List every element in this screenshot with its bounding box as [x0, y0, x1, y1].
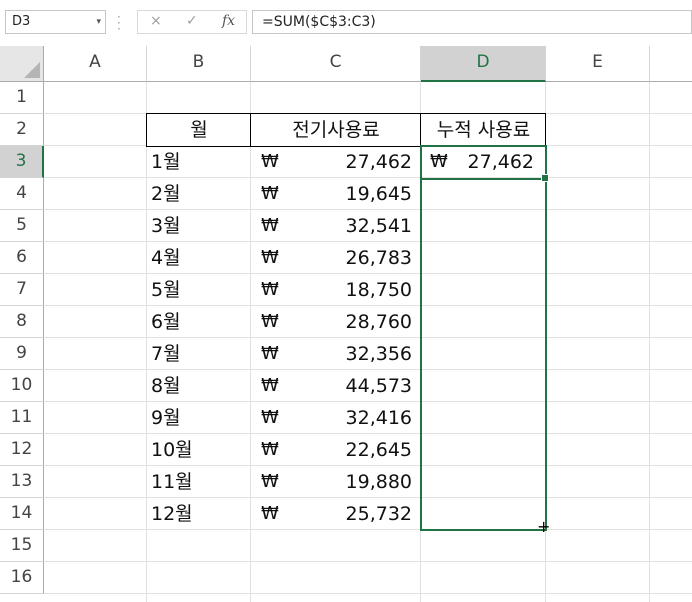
month-cell[interactable]: 10월 [147, 434, 251, 466]
row-header-7[interactable]: 7 [0, 274, 44, 306]
column-header-f[interactable] [650, 46, 692, 82]
won-sign: ₩ [261, 407, 279, 428]
name-box-value: D3 [12, 14, 31, 29]
amount-value: 25,732 [345, 503, 412, 525]
amount-cell[interactable]: ₩25,732 [251, 498, 421, 530]
won-sign: ₩ [261, 471, 279, 492]
amount-cell[interactable]: ₩32,416 [251, 402, 421, 434]
amount-value: 19,880 [345, 471, 412, 493]
crosshair-cursor-icon: + [537, 517, 551, 536]
row-header-13[interactable]: 13 [0, 466, 44, 498]
formula-input[interactable]: =SUM($C$3:C3) [252, 10, 692, 34]
won-sign: ₩ [261, 215, 279, 236]
column-header-d[interactable]: D [421, 46, 546, 82]
column-header-c[interactable]: C [251, 46, 421, 82]
won-sign: ₩ [261, 183, 279, 204]
table-divider [250, 113, 251, 146]
row-header-6[interactable]: 6 [0, 242, 44, 274]
gridline [649, 82, 650, 602]
row-header-3[interactable]: 3 [0, 146, 44, 178]
gridline [44, 593, 692, 594]
amount-cell[interactable]: ₩27,462 [251, 146, 421, 178]
amount-value: 26,783 [345, 247, 412, 269]
formula-bar: D3 ▾ · · · × ✓ fx =SUM($C$3:C3) [0, 0, 692, 44]
amount-cell[interactable]: ₩22,645 [251, 434, 421, 466]
amount-value: 18,750 [345, 279, 412, 301]
amount-cell[interactable]: ₩19,880 [251, 466, 421, 498]
drag-handle-icon[interactable]: · · · [117, 11, 121, 35]
month-cell[interactable]: 8월 [147, 370, 251, 402]
amount-cell[interactable]: ₩32,356 [251, 338, 421, 370]
cumulative-cell-d3[interactable]: ₩ 27,462 [421, 146, 546, 178]
column-header-b[interactable]: B [147, 46, 251, 82]
formula-buttons: × ✓ fx [137, 10, 247, 34]
won-sign: ₩ [430, 151, 448, 172]
won-sign: ₩ [261, 247, 279, 268]
row-header-8[interactable]: 8 [0, 306, 44, 338]
month-cell[interactable]: 11월 [147, 466, 251, 498]
row-header-12[interactable]: 12 [0, 434, 44, 466]
won-sign: ₩ [261, 279, 279, 300]
amount-cell[interactable]: ₩18,750 [251, 274, 421, 306]
month-cell[interactable]: 9월 [147, 402, 251, 434]
won-sign: ₩ [261, 439, 279, 460]
won-sign: ₩ [261, 311, 279, 332]
amount-value: 27,462 [345, 151, 412, 173]
amount-cell[interactable]: ₩32,541 [251, 210, 421, 242]
select-all-icon [24, 62, 40, 78]
month-cell[interactable]: 7월 [147, 338, 251, 370]
amount-cell[interactable]: ₩19,645 [251, 178, 421, 210]
fill-range-border [420, 177, 547, 531]
header-month[interactable]: 월 [147, 114, 251, 146]
month-cell[interactable]: 1월 [147, 146, 251, 178]
amount-value: 19,645 [345, 183, 412, 205]
amount-value: 44,573 [345, 375, 412, 397]
month-cell[interactable]: 4월 [147, 242, 251, 274]
header-electric-fee[interactable]: 전기사용료 [251, 114, 421, 146]
month-cell[interactable]: 12월 [147, 498, 251, 530]
cumulative-value: 27,462 [467, 151, 534, 173]
month-cell[interactable]: 5월 [147, 274, 251, 306]
amount-value: 32,541 [345, 215, 412, 237]
month-cell[interactable]: 6월 [147, 306, 251, 338]
insert-function-icon[interactable]: fx [222, 13, 235, 29]
amount-cell[interactable]: ₩26,783 [251, 242, 421, 274]
enter-icon[interactable]: ✓ [186, 13, 198, 29]
won-sign: ₩ [261, 151, 279, 172]
won-sign: ₩ [261, 503, 279, 524]
row-header-14[interactable]: 14 [0, 498, 44, 530]
row-header-15[interactable]: 15 [0, 530, 44, 562]
cancel-icon[interactable]: × [150, 13, 162, 29]
header-cumulative-fee[interactable]: 누적 사용료 [421, 114, 546, 146]
column-header-e[interactable]: E [546, 46, 650, 82]
select-all-button[interactable] [0, 46, 44, 82]
amount-value: 22,645 [345, 439, 412, 461]
amount-value: 28,760 [345, 311, 412, 333]
month-cell[interactable]: 3월 [147, 210, 251, 242]
column-header-a[interactable]: A [44, 46, 147, 82]
row-header-2[interactable]: 2 [0, 114, 44, 146]
month-cell[interactable]: 2월 [147, 178, 251, 210]
row-header-10[interactable]: 10 [0, 370, 44, 402]
chevron-down-icon[interactable]: ▾ [96, 11, 101, 33]
name-box[interactable]: D3 ▾ [5, 10, 106, 34]
row-header-4[interactable]: 4 [0, 178, 44, 210]
fill-handle[interactable] [541, 174, 549, 182]
amount-value: 32,356 [345, 343, 412, 365]
amount-cell[interactable]: ₩44,573 [251, 370, 421, 402]
gridline [44, 561, 692, 562]
won-sign: ₩ [261, 343, 279, 364]
row-header-5[interactable]: 5 [0, 210, 44, 242]
won-sign: ₩ [261, 375, 279, 396]
row-header-11[interactable]: 11 [0, 402, 44, 434]
amount-value: 32,416 [345, 407, 412, 429]
amount-cell[interactable]: ₩28,760 [251, 306, 421, 338]
table-divider [420, 113, 421, 146]
row-header-1[interactable]: 1 [0, 82, 44, 114]
row-header-9[interactable]: 9 [0, 338, 44, 370]
row-header-16[interactable]: 16 [0, 562, 44, 594]
